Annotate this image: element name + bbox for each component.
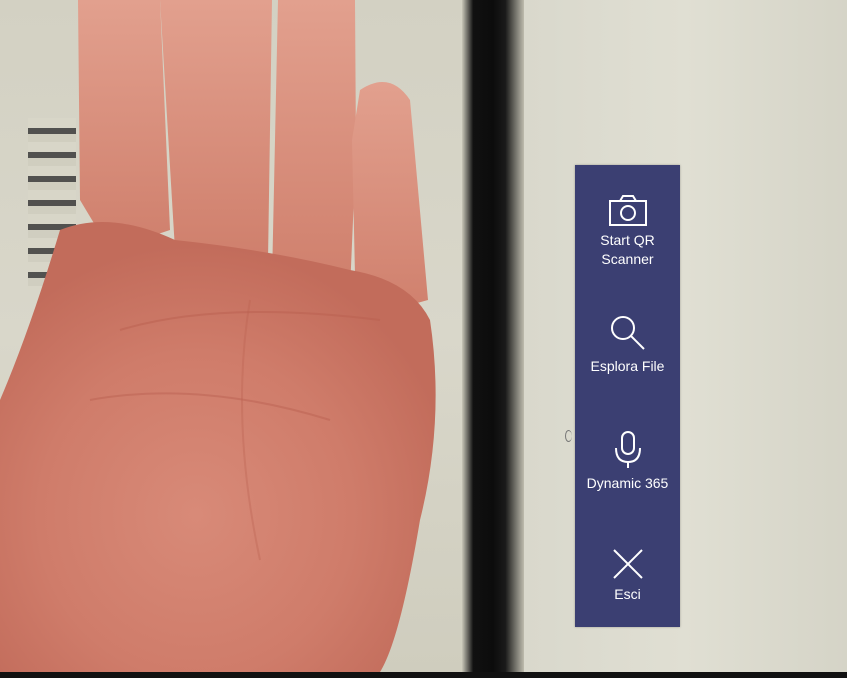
bottom-border bbox=[0, 672, 847, 678]
camera-view: Start QR Scanner Esplora File Dynamic 36… bbox=[0, 0, 847, 678]
gaze-cursor bbox=[565, 430, 572, 442]
hand-menu-panel: Start QR Scanner Esplora File Dynamic 36… bbox=[575, 165, 680, 627]
esci-button[interactable]: Esci bbox=[575, 547, 680, 604]
start-qr-label-line1: Start QR bbox=[600, 232, 655, 248]
camera-icon bbox=[608, 195, 647, 226]
start-qr-label-line2: Scanner bbox=[601, 251, 654, 267]
door-panel bbox=[524, 0, 847, 672]
hand-image bbox=[0, 0, 436, 672]
microphone-icon bbox=[614, 431, 641, 468]
search-icon bbox=[610, 316, 645, 350]
esci-label: Esci bbox=[614, 586, 641, 602]
dynamic-365-button[interactable]: Dynamic 365 bbox=[575, 430, 680, 493]
esplora-file-button[interactable]: Esplora File bbox=[575, 313, 680, 376]
esplora-file-label: Esplora File bbox=[590, 358, 665, 374]
start-qr-scanner-button[interactable]: Start QR Scanner bbox=[575, 195, 680, 269]
dynamic-365-label: Dynamic 365 bbox=[586, 475, 669, 491]
door-frame bbox=[462, 0, 524, 672]
close-icon bbox=[612, 549, 643, 579]
